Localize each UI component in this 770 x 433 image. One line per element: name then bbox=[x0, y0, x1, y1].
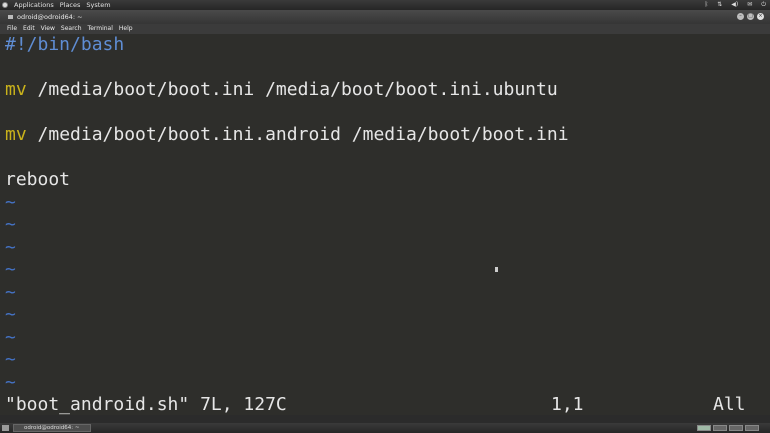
terminal-icon bbox=[8, 15, 13, 19]
window-title: odroid@odroid64: ~ bbox=[17, 13, 83, 21]
menu-help[interactable]: Help bbox=[119, 24, 133, 34]
bluetooth-icon[interactable]: ᛒ bbox=[705, 0, 709, 10]
command-keyword: mv bbox=[5, 79, 27, 100]
command-args: /media/boot/boot.ini /media/boot/boot.in… bbox=[26, 79, 558, 100]
top-panel: Applications Places System ᛒ ⇅ ◀) ✉ ⏻ bbox=[0, 0, 770, 10]
close-button[interactable]: × bbox=[757, 13, 764, 20]
system-tray: ᛒ ⇅ ◀) ✉ ⏻ bbox=[705, 0, 766, 10]
shebang-text: #!/bin/bash bbox=[5, 34, 125, 55]
power-icon[interactable]: ⏻ bbox=[761, 0, 766, 10]
window-controls: – □ × bbox=[737, 13, 764, 20]
workspace-3[interactable] bbox=[729, 425, 743, 431]
menu-view[interactable]: View bbox=[41, 24, 55, 34]
code-line: #!/bin/bash bbox=[5, 34, 124, 56]
empty-line-tilde: ~ bbox=[5, 237, 16, 258]
empty-line-tilde: ~ bbox=[5, 214, 16, 235]
command-args: /media/boot/boot.ini.android /media/boot… bbox=[26, 124, 569, 145]
taskbar-window-label: odroid@odroid64: ~ bbox=[24, 425, 80, 431]
status-scroll-indicator: All bbox=[713, 394, 746, 415]
taskbar-window-button[interactable]: odroid@odroid64: ~ bbox=[13, 424, 91, 432]
menu-edit[interactable]: Edit bbox=[23, 24, 35, 34]
top-menu: Applications Places System bbox=[2, 0, 117, 10]
menu-places[interactable]: Places bbox=[60, 0, 81, 10]
status-cursor-position: 1,1 bbox=[551, 394, 584, 415]
empty-line-tilde: ~ bbox=[5, 349, 16, 370]
empty-line-tilde: ~ bbox=[5, 327, 16, 348]
window-titlebar[interactable]: odroid@odroid64: ~ – □ × bbox=[0, 10, 770, 24]
menu-terminal[interactable]: Terminal bbox=[88, 24, 113, 34]
empty-line-tilde: ~ bbox=[5, 259, 16, 280]
menu-system[interactable]: System bbox=[86, 0, 110, 10]
menu-search[interactable]: Search bbox=[61, 24, 82, 34]
workspace-4[interactable] bbox=[745, 425, 759, 431]
code-line: reboot bbox=[5, 169, 70, 191]
menu-applications[interactable]: Applications bbox=[14, 0, 54, 10]
code-line: mv /media/boot/boot.ini /media/boot/boot… bbox=[5, 79, 558, 101]
command-text: reboot bbox=[5, 169, 71, 190]
menu-file[interactable]: File bbox=[7, 24, 17, 34]
mouse-pointer bbox=[495, 267, 498, 272]
distro-logo-icon[interactable] bbox=[2, 2, 8, 8]
code-line: mv /media/boot/boot.ini.android /media/b… bbox=[5, 124, 569, 146]
terminal-menubar: File Edit View Search Terminal Help bbox=[0, 24, 770, 34]
command-keyword: mv bbox=[5, 124, 27, 145]
status-filename: "boot_android.sh" 7L, 127C bbox=[5, 394, 287, 415]
bottom-panel: odroid@odroid64: ~ bbox=[0, 423, 770, 433]
mail-icon[interactable]: ✉ bbox=[747, 0, 752, 10]
empty-line-tilde: ~ bbox=[5, 282, 16, 303]
terminal-area[interactable]: #!/bin/bash mv /media/boot/boot.ini /med… bbox=[0, 34, 770, 415]
empty-line-tilde: ~ bbox=[5, 192, 16, 213]
minimize-button[interactable]: – bbox=[737, 13, 744, 20]
network-icon[interactable]: ⇅ bbox=[717, 0, 722, 10]
show-desktop-icon[interactable] bbox=[2, 425, 9, 431]
workspace-1[interactable] bbox=[697, 425, 711, 431]
empty-line-tilde: ~ bbox=[5, 304, 16, 325]
maximize-button[interactable]: □ bbox=[747, 13, 754, 20]
workspace-2[interactable] bbox=[713, 425, 727, 431]
empty-line-tilde: ~ bbox=[5, 372, 16, 393]
volume-icon[interactable]: ◀) bbox=[731, 0, 738, 10]
